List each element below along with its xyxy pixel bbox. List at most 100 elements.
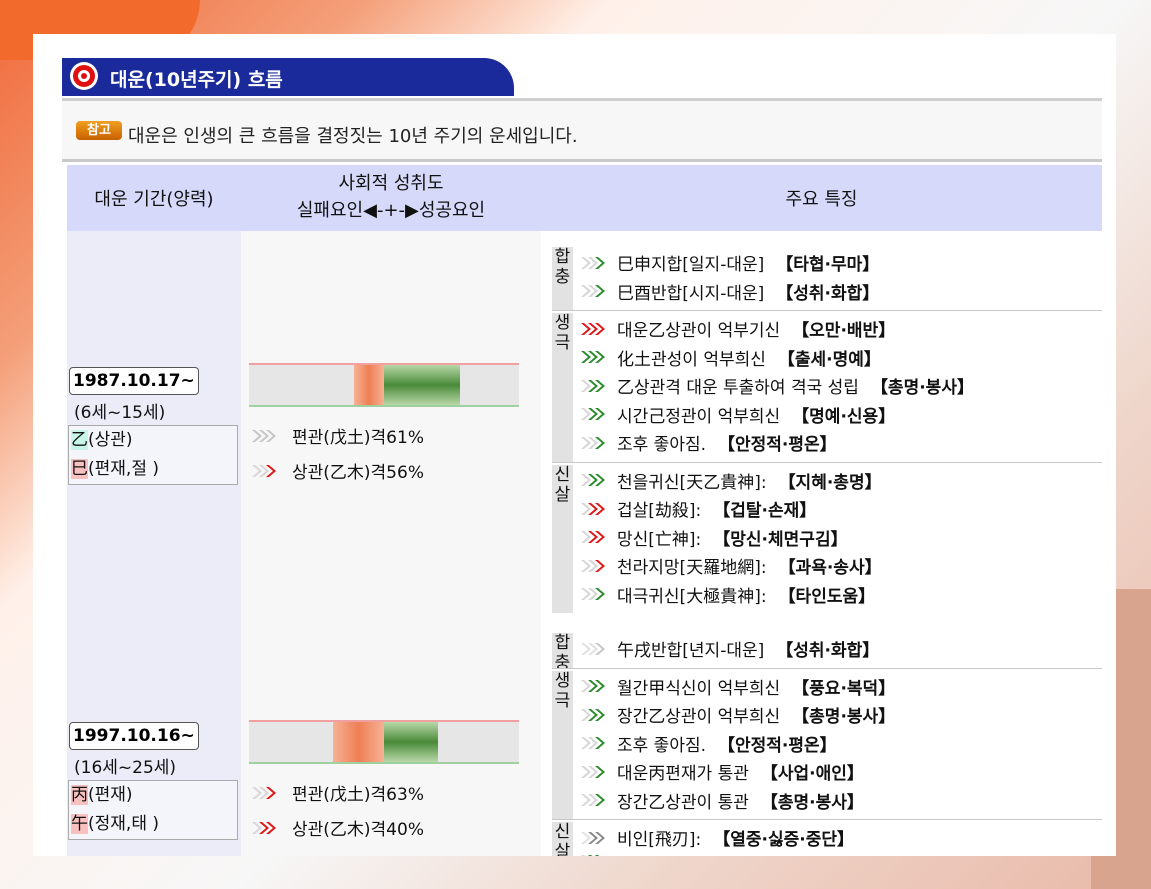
feature-item: 午戌반합[년지-대운] 【성취·화합】 [581,636,879,661]
feature-text: 월간甲식신이 억부희신 [617,678,781,699]
ganji-row: 丙(편재) [69,781,237,810]
red-arrow-icon [581,322,611,336]
feature-text: 대운乙상관이 억부기신 [617,321,781,341]
category-label: 생극 [552,670,573,819]
ganji-desc: (정재,태 ) [88,814,159,834]
feature-text: 장간乙상관이 통관 [617,792,749,813]
green-arrow-icon [581,256,611,270]
feature-item: 조후 좋아짐. 【안정적·평온】 [581,430,837,455]
factor-text: 편관(戊土)격61% [292,428,424,448]
feature-tag: 【지혜·총명】 [778,472,882,493]
feature-text: 午戌반합[년지-대운] [617,641,765,661]
feature-text: 망신[亡神]: [617,529,702,550]
feature-item: 월간甲식신이 억부희신 【풍요·복덕】 [581,674,895,699]
achievement-bar [249,363,519,407]
green-arrow-icon [581,350,611,364]
green-arrow-icon [581,793,611,807]
green-arrow-icon [581,854,611,856]
ganji-desc: (편재) [88,785,133,805]
feature-item: 겁살[劫殺]: 【겁탈·손재】 [581,496,816,521]
feature-text: 겁살[劫殺]: [617,501,702,521]
feature-text: 대운丙편재가 통관 [617,764,749,784]
divider [62,159,1102,162]
green-arrow-icon [581,736,611,750]
notice-text: 대운은 인생의 큰 흐름을 결정짓는 10년 주기의 운세입니다. [128,126,578,147]
feature-item: 대극귀신[大極貴神]: 【타인도움】 [581,582,875,607]
feature-tag: 【망신·체면구김】 [713,529,848,550]
category-label: 신살 [552,822,573,856]
ganji-box: 丙(편재) 午(정재,태 ) [68,780,238,840]
feature-text: 化土관성이 억부희신 [617,349,766,370]
feature-tag: 【오만·배반】 [792,321,896,341]
feature-item: 巳申지합[일지-대운] 【타협·무마】 [581,250,879,275]
gray-arrow-icon [252,429,282,443]
feature-item: 대운乙상관이 억부기신 【오만·배반】 [581,316,895,341]
group-divider [552,461,1102,463]
green-arrow-icon [581,679,611,693]
feature-item: 천을귀신[天乙貴神]: 【지혜·총명】 [581,468,882,493]
feature-tag: 【성취·화합】 [776,283,880,304]
factor-line: 상관(乙木)격40% [252,815,424,840]
feature-tag: 【안정적·평온】 [718,435,837,455]
dgray-arrow-icon [581,831,611,845]
factor-text: 상관(乙木)격56% [292,463,424,483]
header-features: 주요 특징 [785,189,858,210]
feature-item: 化土관성이 억부희신 【출세·명예】 [581,345,881,370]
feature-item: 시간己정관이 억부희신 【명예·신용】 [581,402,895,427]
red-arrow-icon [252,464,282,478]
feature-text: 장간乙상관이 억부희신 [617,707,781,727]
ganji-char: 午 [71,814,88,834]
feature-tag: 【성취·화합】 [776,641,880,661]
section-title: 대운(10년주기) 흐름 [110,69,283,91]
feature-item: 망신[亡神]: 【망신·체면구김】 [581,525,848,550]
achievement-bar-fail [332,722,384,762]
feature-tag: 【풍요·복덕】 [792,678,896,699]
category-label: 합충 [552,247,573,310]
period-date: 1997.10.16~ [69,722,199,750]
feature-item: 장간乙상관이 통관 【총명·봉사】 [581,788,864,813]
ganji-char: 巳 [71,459,88,479]
ganji-desc: (상관) [88,430,133,450]
feature-item [581,854,629,856]
gray-arrow-icon [581,642,611,656]
feature-tag: 【출세·명예】 [777,349,881,370]
green-arrow-icon [581,284,611,298]
red-arrow-icon [252,821,282,835]
group-divider [552,819,1102,820]
factor-text: 편관(戊土)격63% [292,785,424,805]
achievement-bar-success [384,365,460,405]
red-arrow-icon [252,786,282,800]
feature-text: 천을귀신[天乙貴神]: [617,472,767,493]
content-frame: 대운(10년주기) 흐름 참고 대운은 인생의 큰 흐름을 결정짓는 10년 주… [33,34,1116,856]
header-period: 대운 기간(양력) [94,189,214,210]
header-achievement-title: 사회적 성취도 [338,173,444,194]
feature-tag: 【타인도움】 [778,586,876,607]
feature-text: 시간己정관이 억부희신 [617,406,781,427]
feature-tag: 【사업·애인】 [760,764,864,784]
feature-item: 비인[飛刃]: 【열중·싫증·중단】 [581,825,854,850]
target-icon [70,62,98,90]
achievement-bar [249,720,519,764]
feature-tag: 【안정적·평온】 [718,735,837,756]
ganji-row: 巳(편재,절 ) [69,455,237,484]
green-arrow-icon [581,765,611,779]
ganji-row: 午(정재,태 ) [69,810,237,839]
category-label: 합충 [552,633,573,668]
feature-text: 巳酉반합[시지-대운] [617,283,765,304]
green-arrow-icon [581,379,611,393]
feature-tag: 【과욕·송사】 [778,558,882,578]
factor-line: 상관(乙木)격56% [252,458,424,483]
feature-text: 대극귀신[大極貴神]: [617,586,767,607]
feature-text: 비인[飛刃]: [617,830,702,850]
feature-text: 巳申지합[일지-대운] [617,255,765,275]
feature-item: 장간乙상관이 억부희신 【총명·봉사】 [581,702,895,727]
feature-tag: 【열중·싫증·중단】 [713,830,855,850]
feature-text: 乙상관격 대운 투출하여 격국 성립 [617,378,859,398]
feature-tag: 【겁탈·손재】 [713,501,817,521]
feature-tag: 【총명·봉사】 [760,792,864,813]
feature-tag: 【총명·봉사】 [792,707,896,727]
feature-tag: 【총명·봉사】 [870,378,974,398]
feature-tag: 【타협·무마】 [776,255,880,275]
red-arrow-icon [581,530,611,544]
feature-text: 조후 좋아짐. [617,435,707,455]
